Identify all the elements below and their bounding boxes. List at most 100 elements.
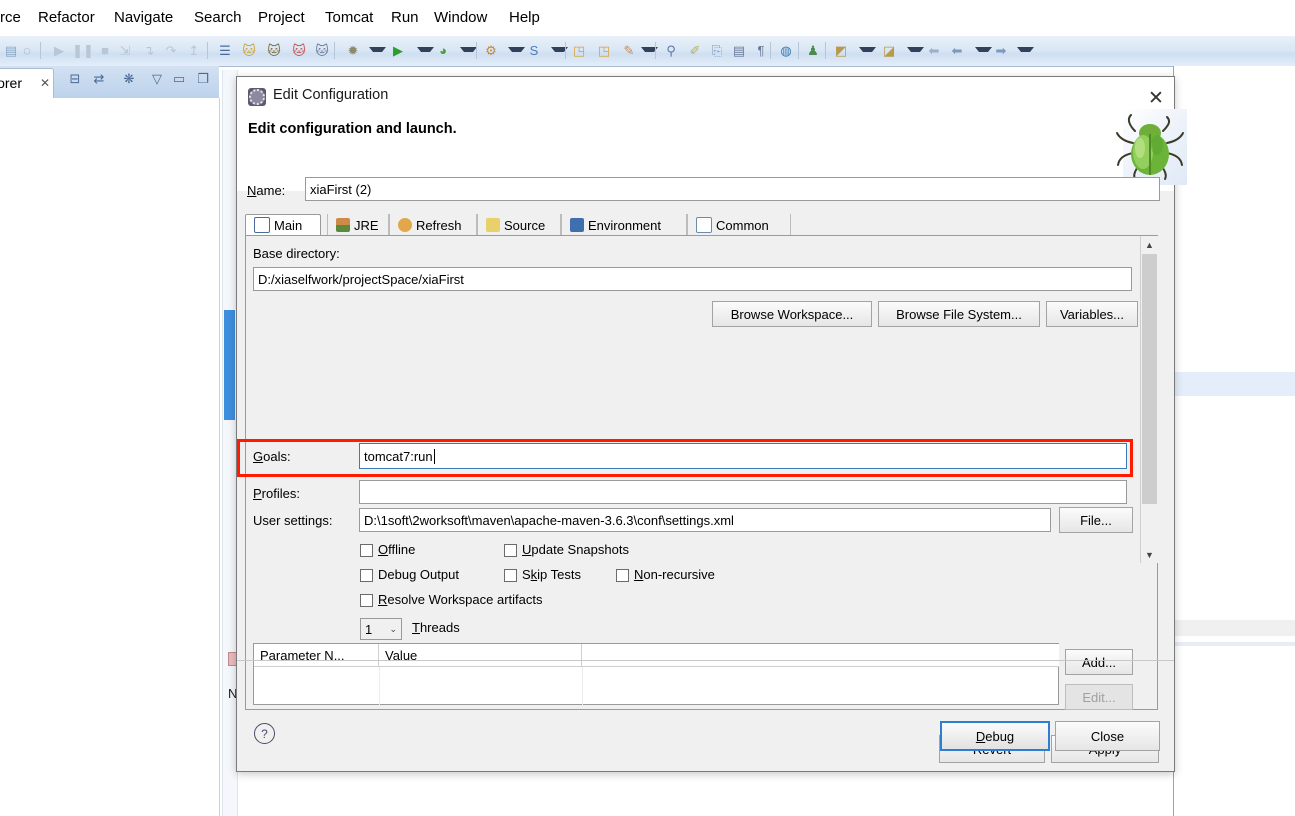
- base-directory-label: Base directory:: [253, 246, 340, 261]
- resume-icon[interactable]: ▶: [50, 41, 68, 59]
- scrollbar-thumb[interactable]: [1142, 254, 1157, 504]
- skip-tests-checkbox[interactable]: [504, 569, 517, 582]
- menu-item-refactor[interactable]: Refactor: [38, 9, 95, 26]
- help-icon[interactable]: ?: [254, 723, 275, 744]
- debug-dropdown-icon[interactable]: [369, 47, 386, 59]
- scroll-up-icon[interactable]: ▲: [1141, 236, 1158, 253]
- tomcat-config-icon[interactable]: 🐱: [313, 41, 331, 59]
- menu-item-window[interactable]: Window: [434, 9, 487, 26]
- tab-source[interactable]: Source: [477, 214, 561, 236]
- package-explorer-close-icon[interactable]: ✕: [40, 76, 50, 90]
- tomcat-stop-icon[interactable]: 🐱: [265, 41, 283, 59]
- non-recursive-checkbox[interactable]: [616, 569, 629, 582]
- annotation-icon[interactable]: ◩: [832, 41, 850, 59]
- open-resource-icon[interactable]: ◳: [595, 41, 613, 59]
- maximize-icon[interactable]: ❐: [194, 70, 212, 88]
- focus-icon[interactable]: ❋: [120, 70, 138, 88]
- outline-icon[interactable]: ▤: [730, 41, 748, 59]
- menu-item-search[interactable]: Search: [194, 9, 242, 26]
- pin-icon[interactable]: ⚲: [662, 41, 680, 59]
- tab-main[interactable]: Main: [245, 214, 321, 236]
- menu-item-help[interactable]: Help: [509, 9, 540, 26]
- tab-refresh[interactable]: Refresh: [389, 214, 477, 236]
- resolve-workspace-artifacts-label: Resolve Workspace artifacts: [378, 592, 543, 607]
- variables-label: Variables...: [1059, 306, 1125, 322]
- run-icon[interactable]: ▶: [389, 41, 407, 59]
- base-directory-input[interactable]: D:/xiaselfwork/projectSpace/xiaFirst: [253, 267, 1132, 291]
- profiles-input[interactable]: [359, 480, 1127, 504]
- update-snapshots-checkbox[interactable]: [504, 544, 517, 557]
- editor-scrollbar-thumb[interactable]: [224, 310, 235, 420]
- link-with-editor-icon[interactable]: ⇄: [90, 70, 108, 88]
- external-tools-icon[interactable]: ⚙: [482, 41, 500, 59]
- run-dropdown-icon[interactable]: [417, 47, 434, 59]
- collapse-all-icon[interactable]: ⊟: [66, 70, 84, 88]
- minimize-icon[interactable]: ▭: [170, 70, 188, 88]
- browser-icon[interactable]: ◍: [777, 41, 795, 59]
- debug-output-checkbox[interactable]: [360, 569, 373, 582]
- tab-environment[interactable]: Environment: [561, 214, 687, 236]
- user-settings-input[interactable]: D:\1soft\2worksoft\maven\apache-maven-3.…: [359, 508, 1051, 532]
- open-type-icon[interactable]: ◳: [570, 41, 588, 59]
- tab-common-label: Common: [716, 217, 769, 233]
- goals-input[interactable]: tomcat7:run: [359, 443, 1127, 469]
- menu-item-tomcat[interactable]: Tomcat: [325, 9, 373, 26]
- tab-jre[interactable]: JRE: [327, 214, 389, 236]
- new-menu-icon[interactable]: ☰: [216, 41, 234, 59]
- suspend-icon[interactable]: ❚❚: [72, 41, 94, 59]
- close-icon[interactable]: ✕: [1145, 87, 1167, 109]
- terminate-icon[interactable]: ■: [96, 41, 114, 59]
- external-tools-dropdown-icon[interactable]: [508, 47, 525, 59]
- browse-filesystem-button[interactable]: Browse File System...: [878, 301, 1040, 327]
- variables-button[interactable]: Variables...: [1046, 301, 1138, 327]
- menu-item-project[interactable]: Project: [258, 9, 305, 26]
- toolbar-separator: [770, 42, 771, 59]
- step-over-icon[interactable]: ↷: [162, 41, 180, 59]
- step-return-icon[interactable]: ↥: [185, 41, 203, 59]
- coverage-icon[interactable]: ◕: [434, 41, 452, 59]
- tomcat-start-icon[interactable]: 🐱: [240, 41, 258, 59]
- debug-button[interactable]: Debug: [940, 721, 1050, 751]
- person-icon[interactable]: ♟: [804, 41, 822, 59]
- tab-common[interactable]: Common: [687, 214, 791, 236]
- search-s-icon[interactable]: S: [525, 41, 543, 59]
- view-menu-icon[interactable]: ▽: [148, 70, 166, 88]
- threads-dropdown[interactable]: 1 ⌄: [360, 618, 402, 640]
- next-annotation-dropdown-icon[interactable]: [907, 47, 924, 59]
- skip-breakpoints-icon[interactable]: ◌: [18, 41, 36, 59]
- parameters-table[interactable]: Parameter N... Value: [253, 643, 1059, 705]
- disconnect-icon[interactable]: ⇲: [116, 41, 134, 59]
- menu-item-run[interactable]: Run: [391, 9, 419, 26]
- debug-icon[interactable]: ✹: [344, 41, 362, 59]
- coverage-dropdown-icon[interactable]: [460, 47, 477, 59]
- add-button[interactable]: Add...: [1065, 649, 1133, 675]
- pencil-icon[interactable]: ✐: [686, 41, 704, 59]
- menu-item-navigate[interactable]: Navigate: [114, 9, 173, 26]
- dialog-title-area: Edit Configuration Edit configuration an…: [237, 77, 1187, 192]
- annotation-dropdown-icon[interactable]: [859, 47, 876, 59]
- menu-item-rce[interactable]: rce: [0, 9, 21, 26]
- tomcat-restart-icon[interactable]: 🐱: [290, 41, 308, 59]
- step-into-icon[interactable]: ↴: [140, 41, 158, 59]
- back-icon[interactable]: ⬅: [948, 41, 966, 59]
- main-panel-scrollbar[interactable]: ▲ ▼: [1140, 236, 1158, 563]
- name-input[interactable]: xiaFirst (2): [305, 177, 1160, 201]
- offline-checkbox[interactable]: [360, 544, 373, 557]
- column-header-value[interactable]: Value: [379, 644, 582, 667]
- scroll-down-icon[interactable]: ▼: [1141, 546, 1158, 563]
- column-header-parameter-name[interactable]: Parameter N...: [254, 644, 379, 667]
- close-button[interactable]: Close: [1055, 721, 1160, 751]
- forward-icon[interactable]: ➡: [992, 41, 1010, 59]
- paste-icon[interactable]: ⎘: [708, 41, 726, 59]
- format-icon[interactable]: ¶: [752, 41, 770, 59]
- browse-workspace-button[interactable]: Browse Workspace...: [712, 301, 872, 327]
- next-annotation-icon[interactable]: ◪: [880, 41, 898, 59]
- source-tab-icon: [486, 218, 500, 232]
- forward-dropdown-icon[interactable]: [1017, 47, 1034, 59]
- resolve-workspace-artifacts-checkbox[interactable]: [360, 594, 373, 607]
- brush-icon[interactable]: ✎: [620, 41, 638, 59]
- base-directory-value: D:/xiaselfwork/projectSpace/xiaFirst: [258, 271, 464, 287]
- file-button[interactable]: File...: [1059, 507, 1133, 533]
- previous-edit-icon[interactable]: ⬅: [925, 41, 943, 59]
- back-dropdown-icon[interactable]: [975, 47, 992, 59]
